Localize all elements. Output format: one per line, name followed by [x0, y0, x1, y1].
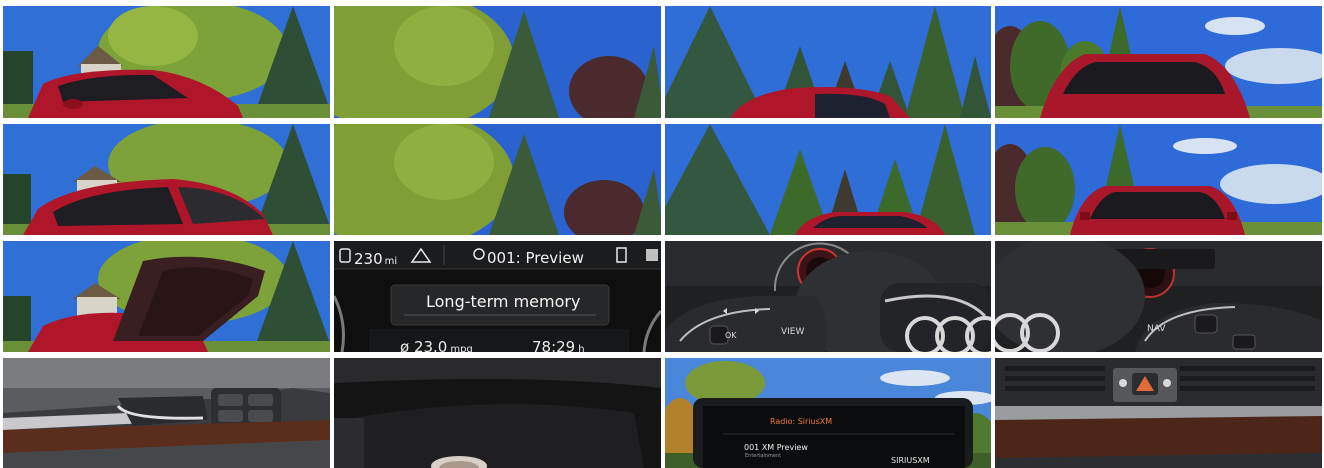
photo-suv-hood-spruces-image	[665, 124, 991, 235]
steering-wheel-right-image	[995, 241, 1322, 352]
photo-instrument-cluster[interactable]: 230 mi 001: Preview Long-term memory ø 23…	[334, 241, 661, 352]
photo-suv-rear-image	[995, 6, 1322, 118]
hazard-vents-image	[995, 358, 1322, 468]
view-key-label: VIEW	[781, 327, 805, 337]
photo-suv-front-tree[interactable]	[3, 6, 330, 118]
photo-suv-side-house-image	[3, 124, 330, 235]
photo-console-storage[interactable]	[334, 358, 661, 468]
steering-wheel-left-image	[665, 241, 991, 352]
station-readout: 001: Preview	[487, 249, 584, 267]
photo-suv-hood-spruces[interactable]	[665, 124, 991, 235]
photo-infotainment-screen[interactable]: Radio: SiriusXM 001 XM Preview Entertain…	[665, 358, 991, 468]
infotainment-screen-image	[665, 358, 991, 468]
photo-suv-rear[interactable]	[995, 6, 1322, 118]
panel-title: Long-term memory	[426, 292, 581, 311]
trip-time-readout: 78:29 h	[532, 338, 585, 352]
photo-suv-front-clouds-image	[995, 124, 1322, 235]
photo-suv-roof-spruces-image	[665, 6, 991, 118]
photo-suv-front-tree-image	[3, 6, 330, 118]
photo-gallery: 230 mi 001: Preview Long-term memory ø 23…	[3, 6, 1322, 468]
console-storage-image	[334, 358, 661, 468]
photo-trees-sky-2-image	[334, 124, 661, 235]
photo-suv-hood-open-image	[3, 241, 330, 352]
photo-steering-wheel-right[interactable]: NAV	[995, 241, 1322, 352]
ok-key-label: OK	[725, 331, 737, 340]
range-readout: 230 mi	[354, 250, 398, 268]
photo-suv-roof-spruces[interactable]	[665, 6, 991, 118]
radio-station-sub: Entertainment	[745, 453, 782, 459]
photo-door-panel[interactable]	[3, 358, 330, 468]
photo-suv-hood-open[interactable]	[3, 241, 330, 352]
photo-trees-sky-2[interactable]	[334, 124, 661, 235]
photo-hazard-button-vents[interactable]	[995, 358, 1322, 468]
radio-title: Radio: SiriusXM	[770, 417, 833, 426]
radio-brand: SIRIUSXM	[891, 456, 930, 465]
mpg-readout: ø 23.0 mpg	[400, 338, 473, 352]
photo-suv-front-clouds[interactable]	[995, 124, 1322, 235]
photo-trees-sky[interactable]	[334, 6, 661, 118]
photo-steering-wheel-left[interactable]: OK VIEW	[665, 241, 991, 352]
nav-key-label: NAV	[1147, 324, 1166, 334]
door-panel-image	[3, 358, 330, 468]
photo-trees-sky-image	[334, 6, 661, 118]
radio-station-item[interactable]: 001 XM Preview	[744, 443, 808, 452]
photo-suv-side-house[interactable]	[3, 124, 330, 235]
